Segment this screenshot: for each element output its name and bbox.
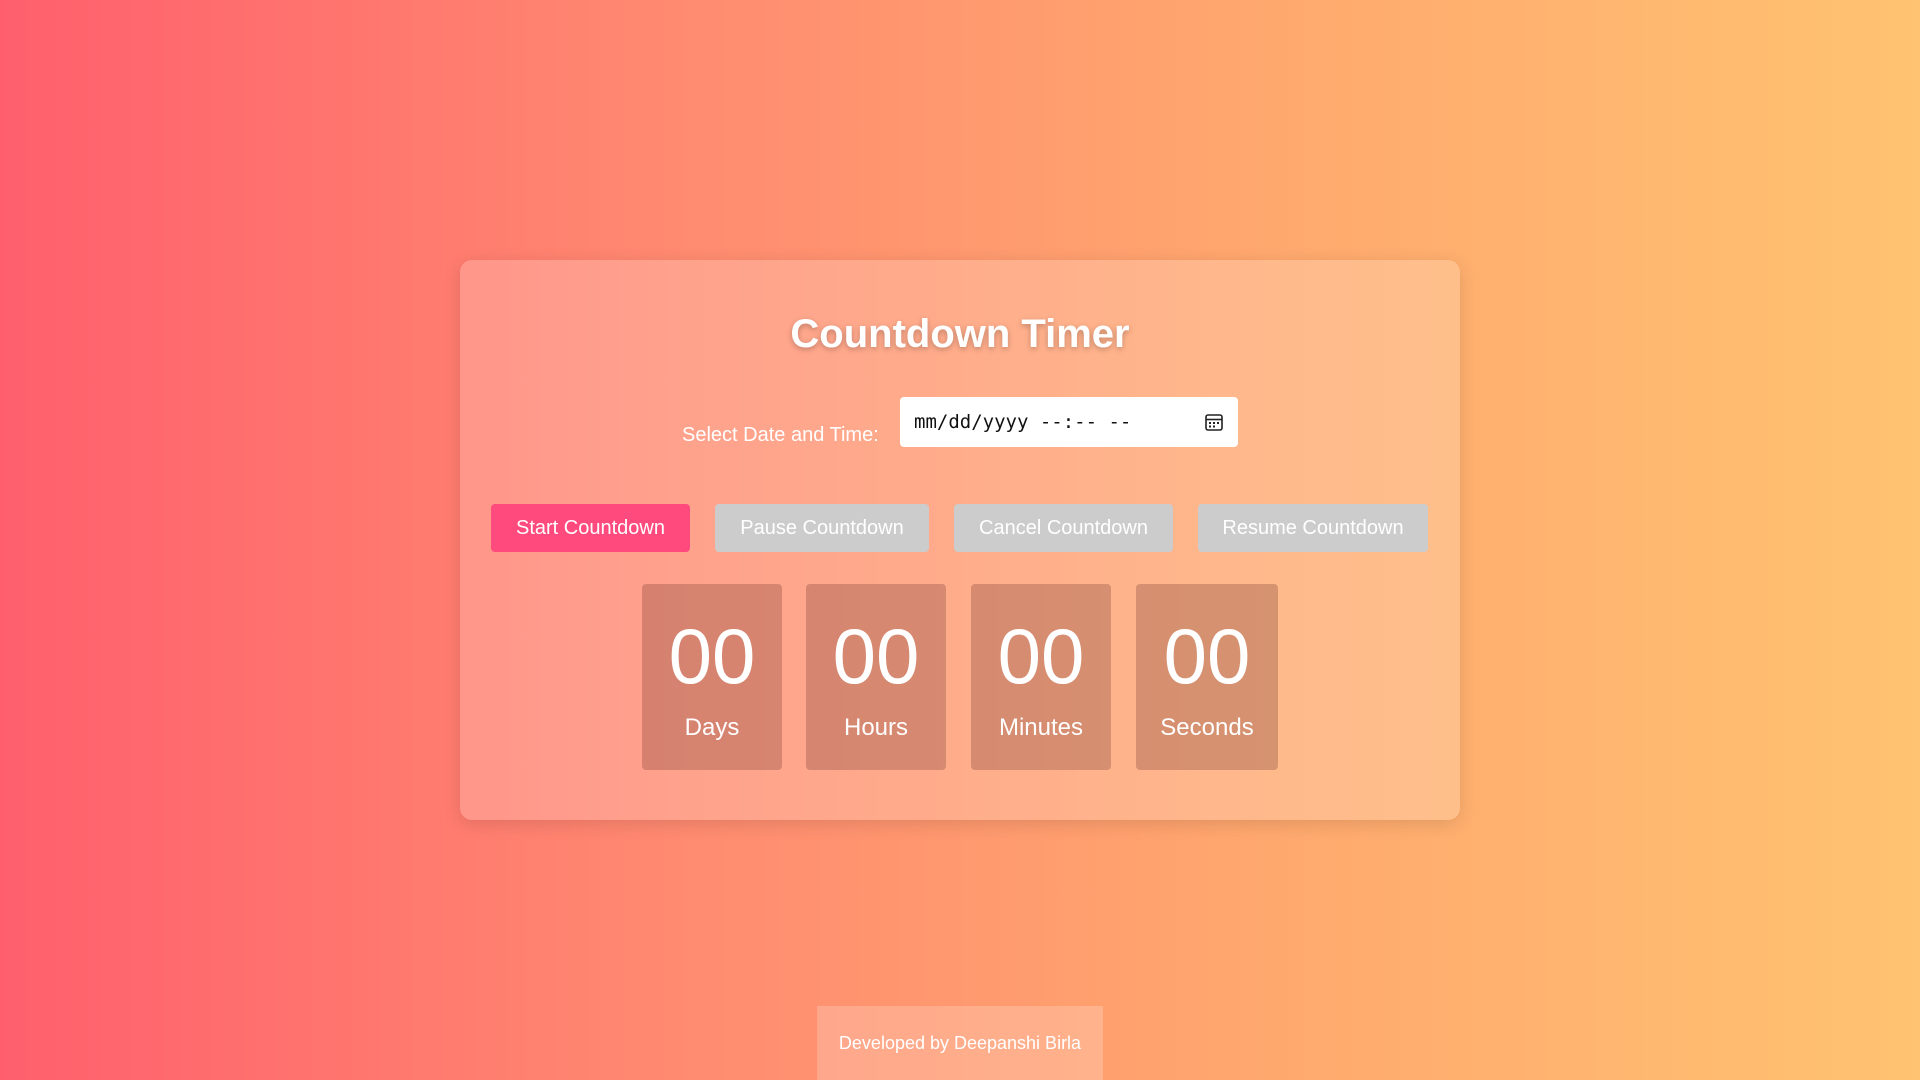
date-time-label: Select Date and Time:	[682, 424, 879, 446]
minutes-label: Minutes	[998, 714, 1084, 741]
hours-value: 00	[832, 612, 920, 700]
days-label: Days	[684, 714, 740, 741]
date-time-placeholder: mm/dd/yyyy --:-- --	[914, 411, 1132, 433]
hours-label: Hours	[843, 714, 909, 741]
seconds-box: 00 Seconds	[1136, 584, 1278, 770]
minutes-value: 00	[997, 612, 1085, 700]
countdown-card: Countdown Timer Select Date and Time: mm…	[460, 260, 1460, 820]
days-value: 00	[668, 612, 756, 700]
resume-countdown-button[interactable]: Resume Countdown	[1198, 504, 1428, 552]
pause-countdown-button[interactable]: Pause Countdown	[715, 504, 929, 552]
hours-box: 00 Hours	[806, 584, 946, 770]
calendar-icon[interactable]	[1204, 412, 1224, 432]
cancel-countdown-button[interactable]: Cancel Countdown	[954, 504, 1173, 552]
page-title: Countdown Timer	[790, 312, 1130, 356]
start-countdown-button[interactable]: Start Countdown	[491, 504, 690, 552]
footer-credit: Developed by Deepanshi Birla	[817, 1006, 1103, 1080]
date-time-input[interactable]: mm/dd/yyyy --:-- --	[900, 397, 1238, 447]
seconds-label: Seconds	[1160, 714, 1254, 741]
minutes-box: 00 Minutes	[971, 584, 1111, 770]
days-box: 00 Days	[642, 584, 782, 770]
seconds-value: 00	[1163, 612, 1251, 700]
